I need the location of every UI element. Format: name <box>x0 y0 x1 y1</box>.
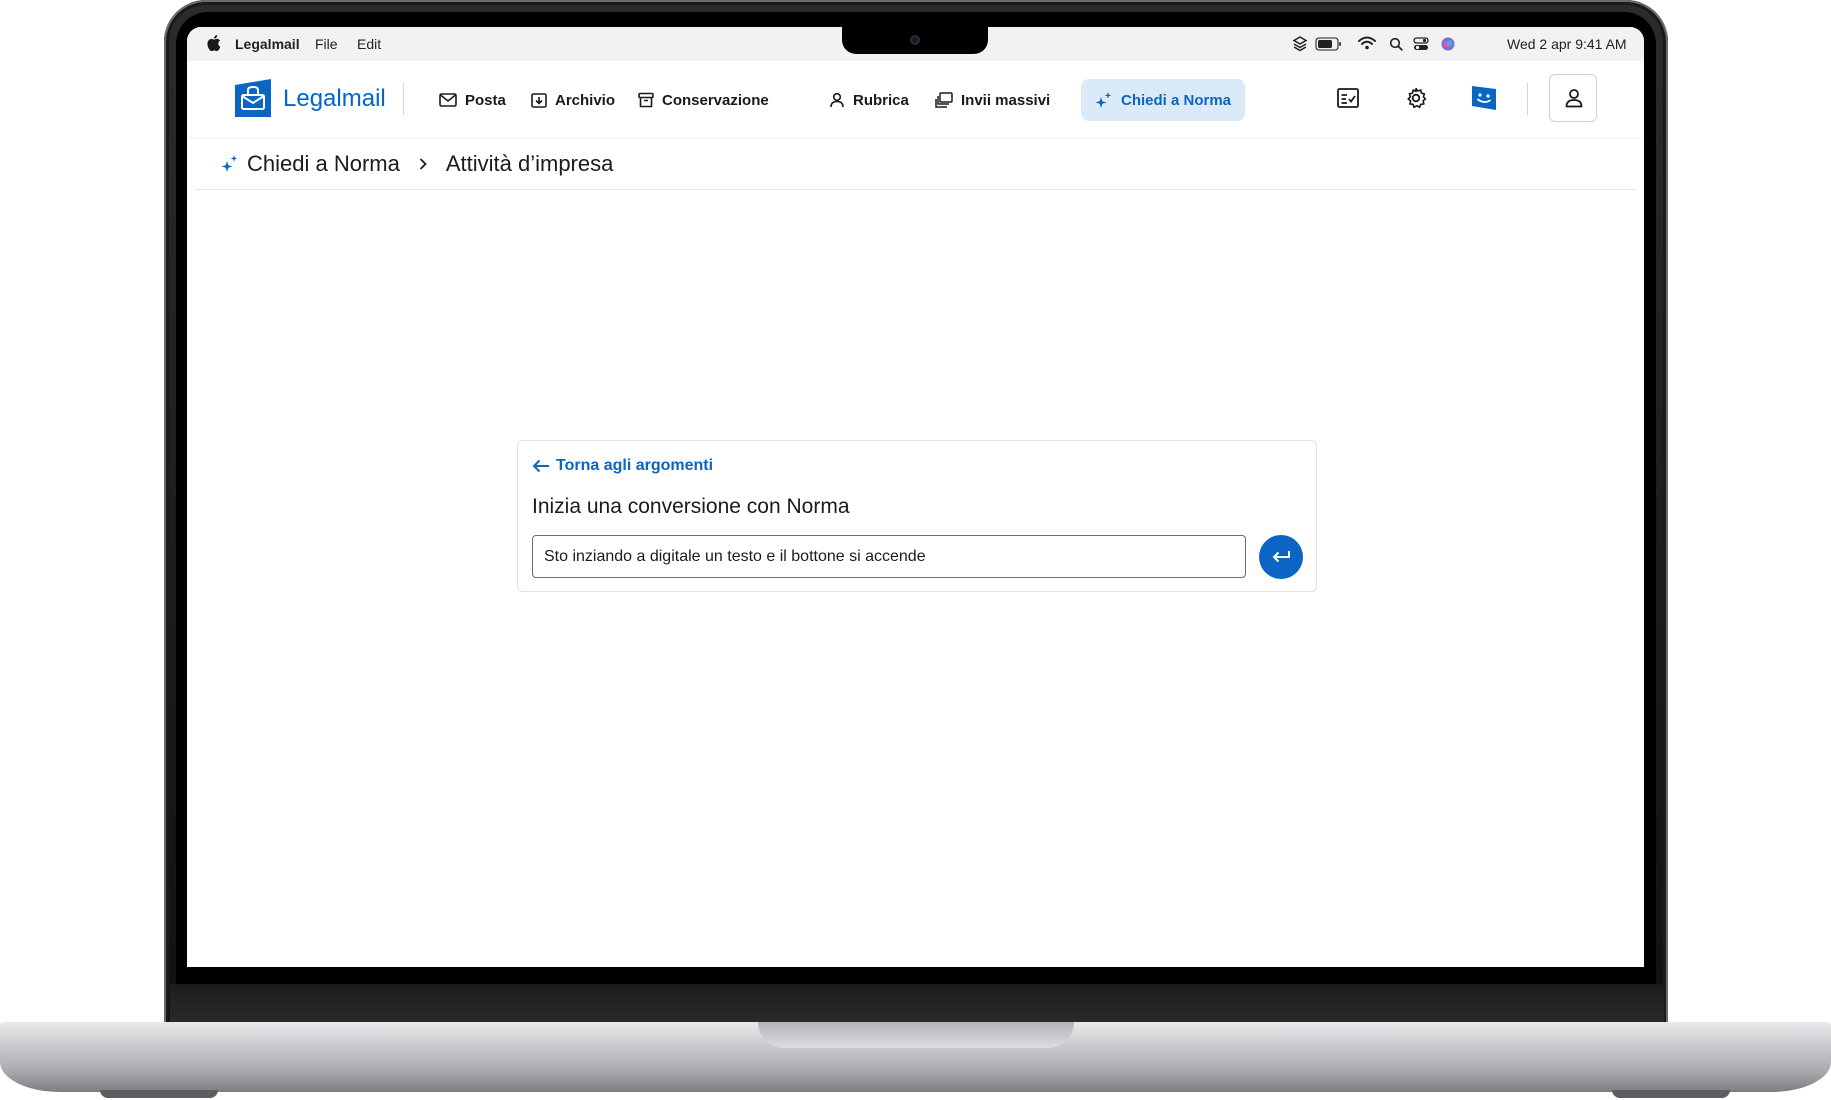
nav-conservazione[interactable]: Conservazione <box>624 79 783 121</box>
norma-start-card: Torna agli argomenti Inizia una conversi… <box>517 440 1317 592</box>
screen: Legalmail File Edit Wed 2 apr 9:41 AM Le… <box>187 27 1644 967</box>
camera-icon <box>910 35 920 45</box>
enter-arrow-icon <box>1272 551 1290 563</box>
mail-icon <box>439 93 457 107</box>
nav-rubrica-label: Rubrica <box>853 91 909 109</box>
siri-icon[interactable] <box>1441 37 1455 51</box>
apple-icon[interactable] <box>207 35 221 51</box>
norma-chat-icon[interactable] <box>1471 85 1497 111</box>
wifi-icon[interactable] <box>1357 35 1377 51</box>
user-icon <box>1565 89 1583 108</box>
breadcrumb-divider <box>195 189 1636 190</box>
battery-icon[interactable] <box>1315 37 1343 51</box>
nav-archivio[interactable]: Archivio <box>517 79 629 121</box>
mac-menubar: Legalmail File Edit Wed 2 apr 9:41 AM <box>187 27 1644 62</box>
laptop-chin <box>170 984 1664 1022</box>
back-to-topics-link[interactable]: Torna agli argomenti <box>532 457 713 475</box>
sparkle-icon <box>221 155 238 172</box>
layers-icon[interactable] <box>1291 35 1309 53</box>
send-button[interactable] <box>1259 535 1303 579</box>
menubar-file[interactable]: File <box>315 36 338 52</box>
sparkle-icon <box>1095 92 1112 108</box>
laptop-thumb-notch <box>758 1022 1074 1048</box>
user-menu-button[interactable] <box>1549 74 1597 122</box>
chevron-right-icon <box>419 158 427 170</box>
breadcrumb-chiedi-a-norma[interactable]: Chiedi a Norma <box>247 151 400 177</box>
menubar-edit[interactable]: Edit <box>357 36 381 52</box>
header-divider <box>403 83 404 115</box>
search-icon[interactable] <box>1389 37 1403 51</box>
card-title: Inizia una conversione con Norma <box>532 495 850 518</box>
nav-posta[interactable]: Posta <box>425 79 520 121</box>
breadcrumb-current: Attività d’impresa <box>445 151 614 176</box>
laptop-foot-right <box>1612 1090 1730 1098</box>
camera-notch <box>842 27 988 54</box>
laptop-foot-left <box>100 1090 218 1098</box>
nav-invii-massivi[interactable]: Invii massivi <box>921 79 1064 121</box>
nav-invii-massivi-label: Invii massivi <box>961 91 1051 109</box>
message-input[interactable]: Sto inziando a digitale un testo e il bo… <box>532 535 1246 578</box>
breadcrumb: Chiedi a Norma Attività d’impresa <box>221 149 613 179</box>
stack-mail-icon <box>935 92 953 108</box>
arrow-left-icon <box>532 459 549 473</box>
back-to-topics-label: Torna agli argomenti <box>556 457 714 474</box>
nav-conservazione-label: Conservazione <box>662 91 769 109</box>
legalmail-logo-icon[interactable] <box>235 79 271 117</box>
checklist-icon[interactable] <box>1337 87 1359 109</box>
control-center-icon[interactable] <box>1413 37 1429 51</box>
nav-chiedi-a-norma[interactable]: Chiedi a Norma <box>1081 79 1246 121</box>
person-icon <box>830 92 844 108</box>
nav-archivio-label: Archivio <box>555 91 616 109</box>
nav-rubrica[interactable]: Rubrica <box>815 79 923 121</box>
nav-chiedi-a-norma-label: Chiedi a Norma <box>1121 91 1232 109</box>
archive-download-icon <box>531 93 547 108</box>
app-header: Legalmail Posta Archivio Conservazione R… <box>187 61 1644 137</box>
brand-name[interactable]: Legalmail <box>283 85 386 113</box>
menubar-clock[interactable]: Wed 2 apr 9:41 AM <box>1507 36 1627 52</box>
archive-box-icon <box>638 92 654 108</box>
nav-posta-label: Posta <box>465 91 506 109</box>
header-divider-right <box>1527 83 1528 115</box>
menubar-app-name[interactable]: Legalmail <box>235 36 300 52</box>
gear-icon[interactable] <box>1405 87 1427 109</box>
